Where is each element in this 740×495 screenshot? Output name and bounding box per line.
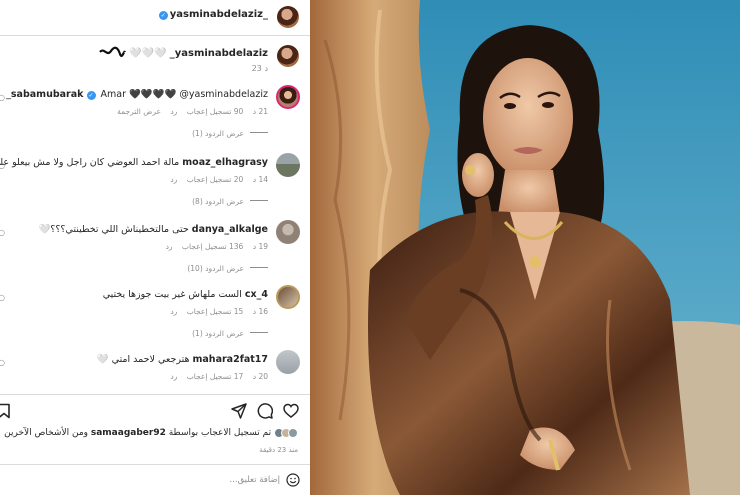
bookmark-icon[interactable]: [0, 403, 12, 419]
reply-button[interactable]: رد: [170, 307, 177, 316]
comment-body: الست ملهاش غير بيت جوزها يختيي: [102, 289, 242, 300]
comment-meta: 14 د 20 تسجيل إعجاب رد: [163, 175, 268, 184]
comment-item: moaz_elhagrasy مالة احمد العوضي كان راجل…: [0, 153, 310, 213]
comment-item: sabamubarak ✓ Amar 🖤🖤🖤🖤 @yasminabdelaziz…: [0, 85, 310, 145]
post-timestamp: منذ 23 دقيقة: [259, 446, 298, 454]
caption-line: 🤍🤍🤍 _yasminabdelaziz: [98, 46, 268, 59]
caption-username[interactable]: _yasminabdelaziz: [170, 48, 268, 59]
comment-age: 14 د: [252, 175, 268, 184]
reply-button[interactable]: رد: [170, 107, 177, 116]
heart-icon[interactable]: ○: [0, 358, 5, 367]
verified-badge-icon: ✓: [158, 11, 168, 20]
comment-age: 16 د: [252, 307, 268, 316]
view-replies-button[interactable]: عرض الردود (8): [192, 197, 268, 206]
add-comment-bar: [0, 464, 310, 495]
comment-age: 21 د: [252, 107, 268, 116]
post-action-bar: [0, 394, 310, 424]
comment-avatar[interactable]: [276, 85, 300, 109]
poster-avatar[interactable]: [277, 6, 299, 28]
heart-icon[interactable]: ○: [0, 293, 5, 302]
caption-time: 23 د: [251, 64, 268, 73]
comment-body: حتى مالتخطيناش اللي تخطينتي؟؟؟🤍: [38, 224, 189, 235]
translate-button[interactable]: عرض الترجمة: [117, 107, 161, 116]
comment-text-row: mahara2fat17 هترجعي لاحمد امتي 🤍: [97, 354, 268, 365]
comment-text-row: sabamubarak ✓ Amar 🖤🖤🖤🖤 @yasminabdelaziz…: [6, 89, 268, 100]
reply-button[interactable]: رد: [170, 175, 177, 184]
comment-item: cx_4 الست ملهاش غير بيت جوزها يختيي 16 د…: [0, 285, 310, 345]
heart-icon[interactable]: ○: [0, 93, 5, 102]
likes-suffix[interactable]: ومن الأشخاص الآخرين: [4, 428, 88, 438]
comment-meta: 19 د 136 تسجيل إعجاب رد: [159, 242, 268, 251]
header-username-row[interactable]: ✓ yasminabdelaziz_: [158, 9, 268, 20]
comment-text-row: danya_alkalge حتى مالتخطيناش اللي تخطينت…: [38, 224, 268, 235]
comment-like-count[interactable]: 17 تسجيل إعجاب: [187, 372, 244, 381]
post-photo: [310, 0, 740, 495]
heart-icon[interactable]: ○: [0, 228, 5, 237]
comment-like-count[interactable]: 20 تسجيل إعجاب: [187, 175, 244, 184]
view-replies-button[interactable]: عرض الردود (1): [192, 329, 268, 338]
comment-username[interactable]: danya_alkalge: [192, 224, 268, 235]
comment-age: 20 د: [252, 372, 268, 381]
liker-username[interactable]: samaagaber92: [91, 428, 166, 438]
comment-like-count[interactable]: 136 تسجيل إعجاب: [182, 242, 243, 251]
comment-age: 19 د: [252, 242, 268, 251]
comment-body: مالة احمد العوضي كان راجل ولا مش بيعلو ع…: [0, 157, 180, 168]
post-header: ✓ yasminabdelaziz_: [0, 0, 310, 36]
comment-username[interactable]: mahara2fat17: [193, 354, 269, 365]
post-image: [310, 0, 740, 495]
comment-like-count[interactable]: 90 تسجيل إعجاب: [187, 107, 244, 116]
header-username[interactable]: yasminabdelaziz_: [170, 9, 268, 20]
likes-summary: تم تسجيل الاعجاب بواسطة samaagaber92 ومن…: [4, 428, 298, 441]
comment-username[interactable]: sabamubarak: [11, 89, 84, 100]
comment-avatar[interactable]: [276, 285, 300, 309]
comment-icon[interactable]: [257, 403, 273, 419]
liker-avatars[interactable]: [274, 428, 298, 441]
comments-panel: ✓ yasminabdelaziz_ 🤍🤍🤍 _yasminabdelaziz 2…: [0, 0, 310, 495]
likes-prefix: تم تسجيل الاعجاب بواسطة: [168, 428, 272, 438]
emoji-icon[interactable]: [286, 473, 300, 487]
verified-badge-icon: ✓: [86, 91, 96, 100]
comment-like-count[interactable]: 15 تسجيل إعجاب: [187, 307, 244, 316]
comment-meta: 20 د 17 تسجيل إعجاب رد: [163, 372, 268, 381]
comment-meta: 16 د 15 تسجيل إعجاب رد: [163, 307, 268, 316]
view-replies-button[interactable]: عرض الردود (1): [192, 129, 268, 138]
view-replies-button[interactable]: عرض الردود (10): [187, 264, 268, 273]
comment-avatar[interactable]: [276, 220, 300, 244]
reply-button[interactable]: رد: [170, 372, 177, 381]
caption-avatar[interactable]: [277, 45, 299, 67]
caption-hearts: 🤍🤍🤍: [129, 48, 167, 59]
comment-username[interactable]: cx_4: [245, 289, 268, 300]
comment-item: danya_alkalge حتى مالتخطيناش اللي تخطينت…: [0, 220, 310, 280]
add-comment-input[interactable]: [40, 472, 280, 488]
post-caption: 🤍🤍🤍 _yasminabdelaziz 23 د: [0, 40, 310, 80]
comment-username[interactable]: moaz_elhagrasy: [182, 157, 268, 168]
heart-icon[interactable]: [283, 403, 299, 419]
send-icon[interactable]: [231, 403, 247, 419]
comment-avatar[interactable]: [276, 153, 300, 177]
comment-avatar[interactable]: [276, 350, 300, 374]
reply-button[interactable]: رد: [166, 242, 173, 251]
comment-meta: 21 د 90 تسجيل إعجاب رد عرض الترجمة: [110, 107, 268, 116]
comment-body: هترجعي لاحمد امتي 🤍: [96, 354, 190, 365]
comment-text-row: cx_4 الست ملهاش غير بيت جوزها يختيي: [103, 289, 268, 300]
scribble-sticker-icon: [99, 46, 126, 58]
heart-icon[interactable]: ○: [0, 161, 5, 170]
comment-text-row: moaz_elhagrasy مالة احمد العوضي كان راجل…: [0, 157, 268, 168]
